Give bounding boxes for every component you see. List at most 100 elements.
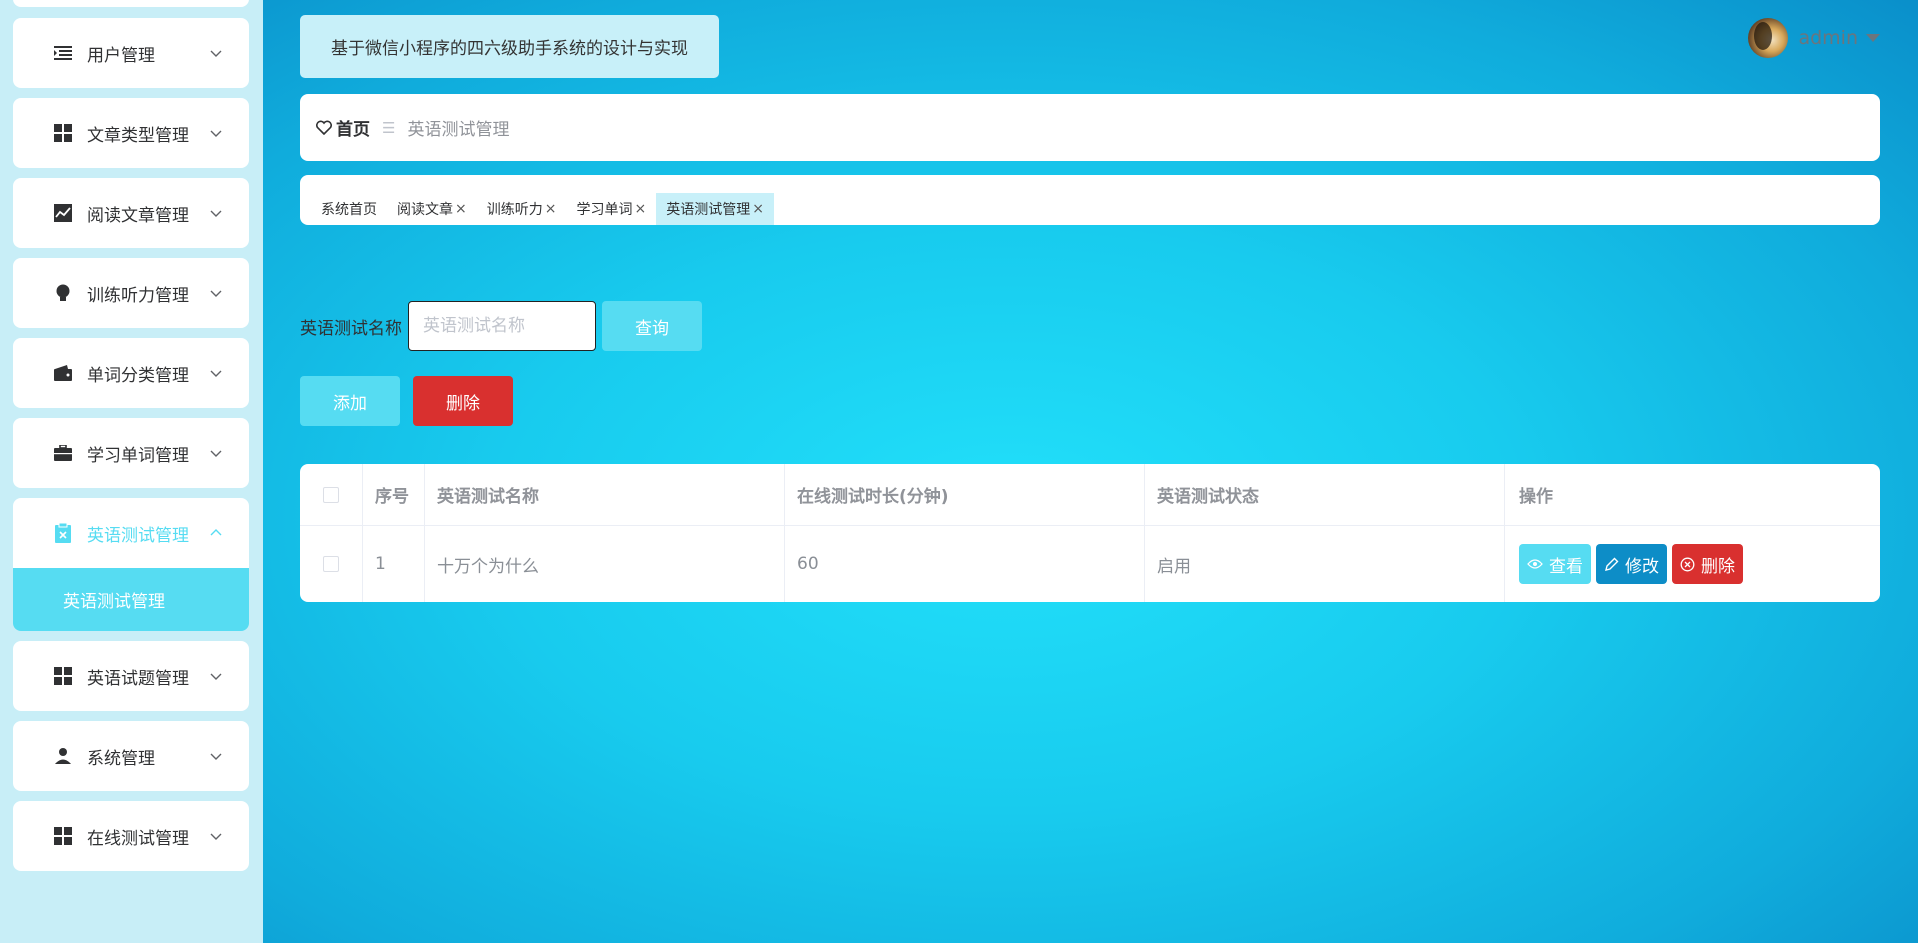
table-row: 1 十万个为什么 60 启用 查看 修改 删除 bbox=[300, 526, 1880, 602]
chevron-down-icon bbox=[210, 290, 222, 297]
chevron-down-icon bbox=[210, 450, 222, 457]
submenu-item-label: 英语测试管理 bbox=[63, 592, 165, 612]
sidebar-item-listening[interactable]: 训练听力管理 bbox=[13, 258, 249, 328]
chevron-down-icon bbox=[210, 370, 222, 377]
breadcrumb-separator: ☰ bbox=[382, 118, 396, 137]
close-icon[interactable]: × bbox=[545, 201, 557, 217]
batch-delete-button[interactable]: 删除 bbox=[413, 376, 513, 426]
breadcrumb-home-label: 首页 bbox=[336, 120, 370, 140]
column-header: 英语测试名称 bbox=[425, 464, 785, 525]
sidebar-item-word-category[interactable]: 单词分类管理 bbox=[13, 338, 249, 408]
sidebar-item-label: 单词分类管理 bbox=[87, 365, 189, 386]
tab-label: 英语测试管理 bbox=[666, 202, 751, 218]
briefcase-icon bbox=[53, 443, 73, 463]
close-icon[interactable]: × bbox=[752, 201, 764, 217]
breadcrumb-home[interactable]: 首页 bbox=[316, 115, 370, 140]
heart-icon bbox=[316, 120, 332, 135]
grid-icon bbox=[53, 666, 73, 686]
tab-english-test[interactable]: 英语测试管理 × bbox=[656, 193, 774, 225]
query-button[interactable]: 查询 bbox=[602, 301, 702, 351]
cell-index: 1 bbox=[363, 526, 425, 602]
wallet-icon bbox=[53, 363, 73, 383]
breadcrumb-current: 英语测试管理 bbox=[407, 120, 510, 140]
sidebar-item-label: 用户管理 bbox=[87, 45, 155, 66]
sidebar-item-label: 阅读文章管理 bbox=[87, 205, 189, 226]
chevron-down-icon bbox=[210, 753, 222, 760]
sidebar-item-label: 文章类型管理 bbox=[87, 125, 189, 146]
row-select-cell bbox=[300, 526, 363, 602]
bulb-icon bbox=[53, 283, 73, 303]
breadcrumb: 首页 ☰ 英语测试管理 bbox=[300, 94, 1880, 161]
chevron-down-icon bbox=[210, 833, 222, 840]
chevron-down-icon bbox=[210, 673, 222, 680]
row-checkbox[interactable] bbox=[323, 556, 339, 572]
avatar bbox=[1748, 18, 1789, 58]
sidebar-item-user-management[interactable]: 用户管理 bbox=[13, 18, 249, 88]
tab-label: 学习单词 bbox=[576, 202, 633, 218]
add-button[interactable]: 添加 bbox=[300, 376, 400, 426]
sidebar-item-label: 英语试题管理 bbox=[87, 668, 189, 689]
close-icon[interactable]: × bbox=[634, 201, 646, 217]
tab-reading[interactable]: 阅读文章 × bbox=[387, 193, 477, 225]
close-icon[interactable]: × bbox=[455, 201, 467, 217]
edit-button[interactable]: 修改 bbox=[1596, 544, 1667, 584]
cell-name: 十万个为什么 bbox=[425, 526, 785, 602]
action-row: 添加 删除 bbox=[300, 376, 513, 426]
chevron-up-icon bbox=[210, 529, 222, 536]
sidebar-item-reading-article[interactable]: 阅读文章管理 bbox=[13, 178, 249, 248]
sidebar-item-article-type[interactable]: 文章类型管理 bbox=[13, 98, 249, 168]
sidebar: 用户管理 文章类型管理 阅读文章管理 训练听力管理 单词分类管理 学习单词管理 … bbox=[0, 0, 263, 943]
tab-listening[interactable]: 训练听力 × bbox=[477, 193, 567, 225]
sidebar-item-english-test[interactable]: 英语测试管理 bbox=[13, 498, 249, 568]
sidebar-item-english-questions[interactable]: 英语试题管理 bbox=[13, 641, 249, 711]
username: admin bbox=[1798, 27, 1858, 49]
delete-label: 删除 bbox=[1701, 556, 1735, 577]
sidebar-item-label: 系统管理 bbox=[87, 748, 155, 769]
tab-label: 训练听力 bbox=[486, 202, 543, 218]
search-input[interactable] bbox=[408, 301, 596, 351]
cell-actions: 查看 修改 删除 bbox=[1505, 526, 1880, 602]
sidebar-scrolled-item bbox=[13, 0, 249, 7]
column-header: 英语测试状态 bbox=[1145, 464, 1505, 525]
tab-home[interactable]: 系统首页 bbox=[311, 193, 387, 225]
search-label: 英语测试名称 bbox=[300, 318, 402, 339]
eye-icon bbox=[1527, 559, 1543, 569]
sidebar-item-system[interactable]: 系统管理 bbox=[13, 721, 249, 791]
user-icon bbox=[53, 746, 73, 766]
view-button[interactable]: 查看 bbox=[1519, 544, 1591, 584]
app-title: 基于微信小程序的四六级助手系统的设计与实现 bbox=[300, 15, 719, 78]
user-menu[interactable]: admin bbox=[1748, 17, 1880, 59]
delete-button[interactable]: 删除 bbox=[1672, 544, 1743, 584]
tabs-bar: 系统首页 阅读文章 × 训练听力 × 学习单词 × 英语测试管理 × bbox=[300, 175, 1880, 225]
chevron-down-icon bbox=[210, 130, 222, 137]
grid-icon bbox=[53, 123, 73, 143]
sidebar-item-label: 学习单词管理 bbox=[87, 445, 189, 466]
table-header: 序号 英语测试名称 在线测试时长(分钟) 英语测试状态 操作 bbox=[300, 464, 1880, 526]
chevron-down-icon bbox=[210, 50, 222, 57]
chevron-down-icon bbox=[210, 210, 222, 217]
column-header: 序号 bbox=[363, 464, 425, 525]
data-table: 序号 英语测试名称 在线测试时长(分钟) 英语测试状态 操作 1 十万个为什么 … bbox=[300, 464, 1880, 602]
tab-label: 阅读文章 bbox=[397, 202, 453, 218]
edit-label: 修改 bbox=[1625, 556, 1659, 577]
header-select-cell bbox=[300, 464, 363, 525]
sidebar-item-label: 训练听力管理 bbox=[87, 285, 189, 306]
column-header: 在线测试时长(分钟) bbox=[785, 464, 1145, 525]
tab-label: 系统首页 bbox=[321, 202, 377, 218]
circle-x-icon bbox=[1680, 557, 1695, 571]
search-row: 英语测试名称 查询 bbox=[300, 301, 702, 351]
select-all-checkbox[interactable] bbox=[323, 486, 339, 503]
app-title-text: 基于微信小程序的四六级助手系统的设计与实现 bbox=[331, 39, 688, 59]
list-indent-icon bbox=[53, 43, 73, 63]
main-area: 基于微信小程序的四六级助手系统的设计与实现 admin 首页 ☰ 英语测试管理 … bbox=[263, 0, 1918, 943]
caret-down-icon bbox=[1866, 34, 1880, 42]
tab-study-words[interactable]: 学习单词 × bbox=[566, 193, 656, 225]
submenu-item-english-test[interactable]: 英语测试管理 bbox=[13, 568, 249, 631]
sidebar-item-online-test[interactable]: 在线测试管理 bbox=[13, 801, 249, 871]
sidebar-item-label: 在线测试管理 bbox=[87, 828, 189, 849]
sidebar-item-study-words[interactable]: 学习单词管理 bbox=[13, 418, 249, 488]
column-header: 操作 bbox=[1519, 487, 1553, 507]
clipboard-icon bbox=[53, 523, 73, 543]
pencil-icon bbox=[1605, 557, 1619, 571]
sidebar-item-label: 英语测试管理 bbox=[87, 525, 189, 546]
